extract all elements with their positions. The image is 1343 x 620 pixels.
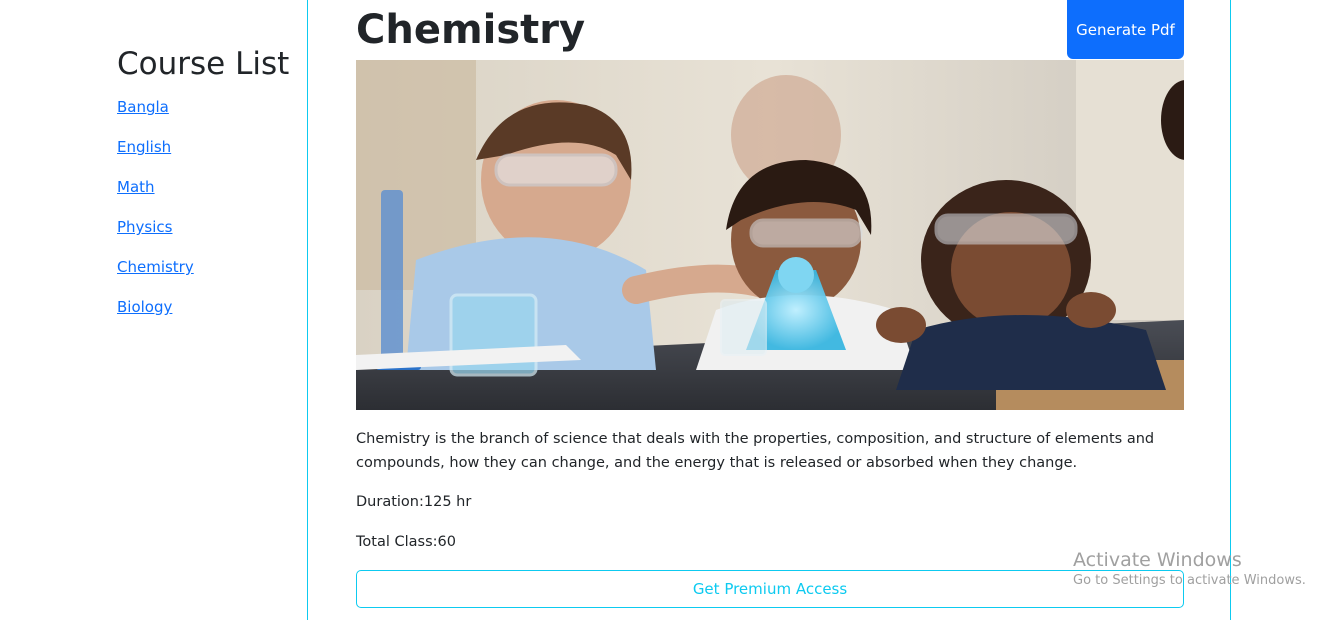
course-list-sidebar: Course List Bangla English Math Physics …	[117, 44, 297, 338]
course-list-title: Course List	[117, 46, 290, 82]
sidebar-item-physics[interactable]: Physics	[117, 218, 297, 258]
course-description: Chemistry is the branch of science that …	[356, 431, 1155, 471]
get-premium-access-button[interactable]: Get Premium Access	[356, 570, 1184, 608]
course-detail-card: Chemistry Generate Pdf Chemistry is the …	[307, 0, 1231, 620]
sidebar-item-bangla[interactable]: Bangla	[117, 98, 297, 138]
sidebar-item-chemistry[interactable]: Chemistry	[117, 258, 297, 298]
sidebar-item-biology[interactable]: Biology	[117, 298, 297, 338]
sidebar-item-math[interactable]: Math	[117, 178, 297, 218]
course-image	[356, 60, 1184, 410]
course-duration: Duration:125 hr	[356, 494, 472, 510]
sidebar-item-english[interactable]: English	[117, 138, 297, 178]
course-total-class: Total Class:60	[356, 534, 456, 550]
generate-pdf-button[interactable]: Generate Pdf	[1067, 0, 1184, 59]
page: Course List Bangla English Math Physics …	[0, 0, 1343, 620]
course-title: Chemistry	[356, 7, 586, 53]
